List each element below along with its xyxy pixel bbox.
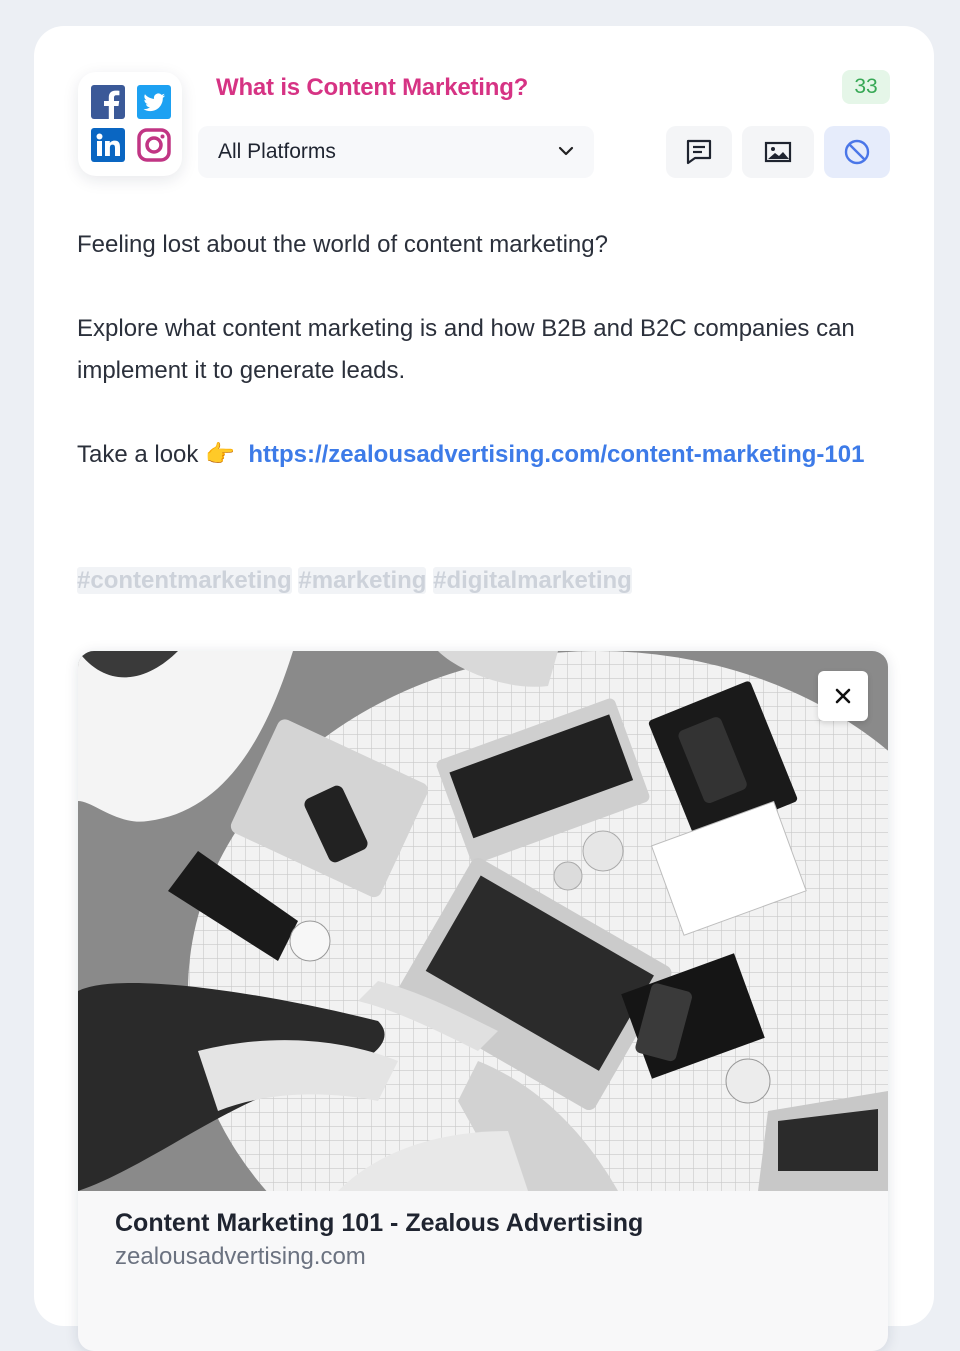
instagram-icon — [137, 128, 171, 162]
linkedin-icon — [91, 128, 125, 162]
close-preview-button[interactable] — [818, 671, 868, 721]
hashtags: #contentmarketing #marketing #digitalmar… — [77, 560, 632, 602]
preview-domain: zealousadvertising.com — [115, 1243, 366, 1270]
platform-select[interactable]: All Platforms — [198, 126, 594, 178]
facebook-icon — [91, 85, 125, 120]
chevron-down-icon — [558, 146, 574, 156]
comment-icon — [686, 139, 712, 165]
prohibited-icon — [844, 139, 870, 165]
platform-select-value: All Platforms — [218, 140, 336, 163]
disable-link-preview-button[interactable] — [824, 126, 890, 178]
close-icon — [835, 688, 851, 704]
pointing-hand-emoji: 👉 — [205, 441, 235, 468]
post-link[interactable]: https://zealousadvertising.com/content-m… — [248, 441, 864, 468]
post-body-link-line: Take a look 👉 https://zealousadvertising… — [77, 434, 917, 476]
hashtag[interactable]: #contentmarketing — [77, 567, 292, 594]
comment-button[interactable] — [666, 126, 732, 178]
character-count-badge: 33 — [842, 70, 890, 104]
post-body-line: Explore what content marketing is and ho… — [77, 315, 855, 384]
post-body-prefix: Take a look — [77, 441, 206, 468]
add-image-button[interactable] — [742, 126, 814, 178]
preview-title: Content Marketing 101 - Zealous Advertis… — [115, 1209, 644, 1237]
post-editor-card: What is Content Marketing? 33 All Platfo… — [34, 26, 934, 1351]
image-icon — [764, 141, 792, 163]
twitter-icon — [137, 85, 171, 119]
link-preview-card[interactable]: Content Marketing 101 - Zealous Advertis… — [78, 651, 888, 1351]
hashtag[interactable]: #digitalmarketing — [433, 567, 632, 594]
post-body-line: Feeling lost about the world of content … — [77, 231, 608, 258]
post-title: What is Content Marketing? — [216, 74, 529, 101]
preview-image — [78, 651, 888, 1191]
hashtag[interactable]: #marketing — [298, 567, 427, 594]
platform-icons-group — [78, 72, 182, 176]
